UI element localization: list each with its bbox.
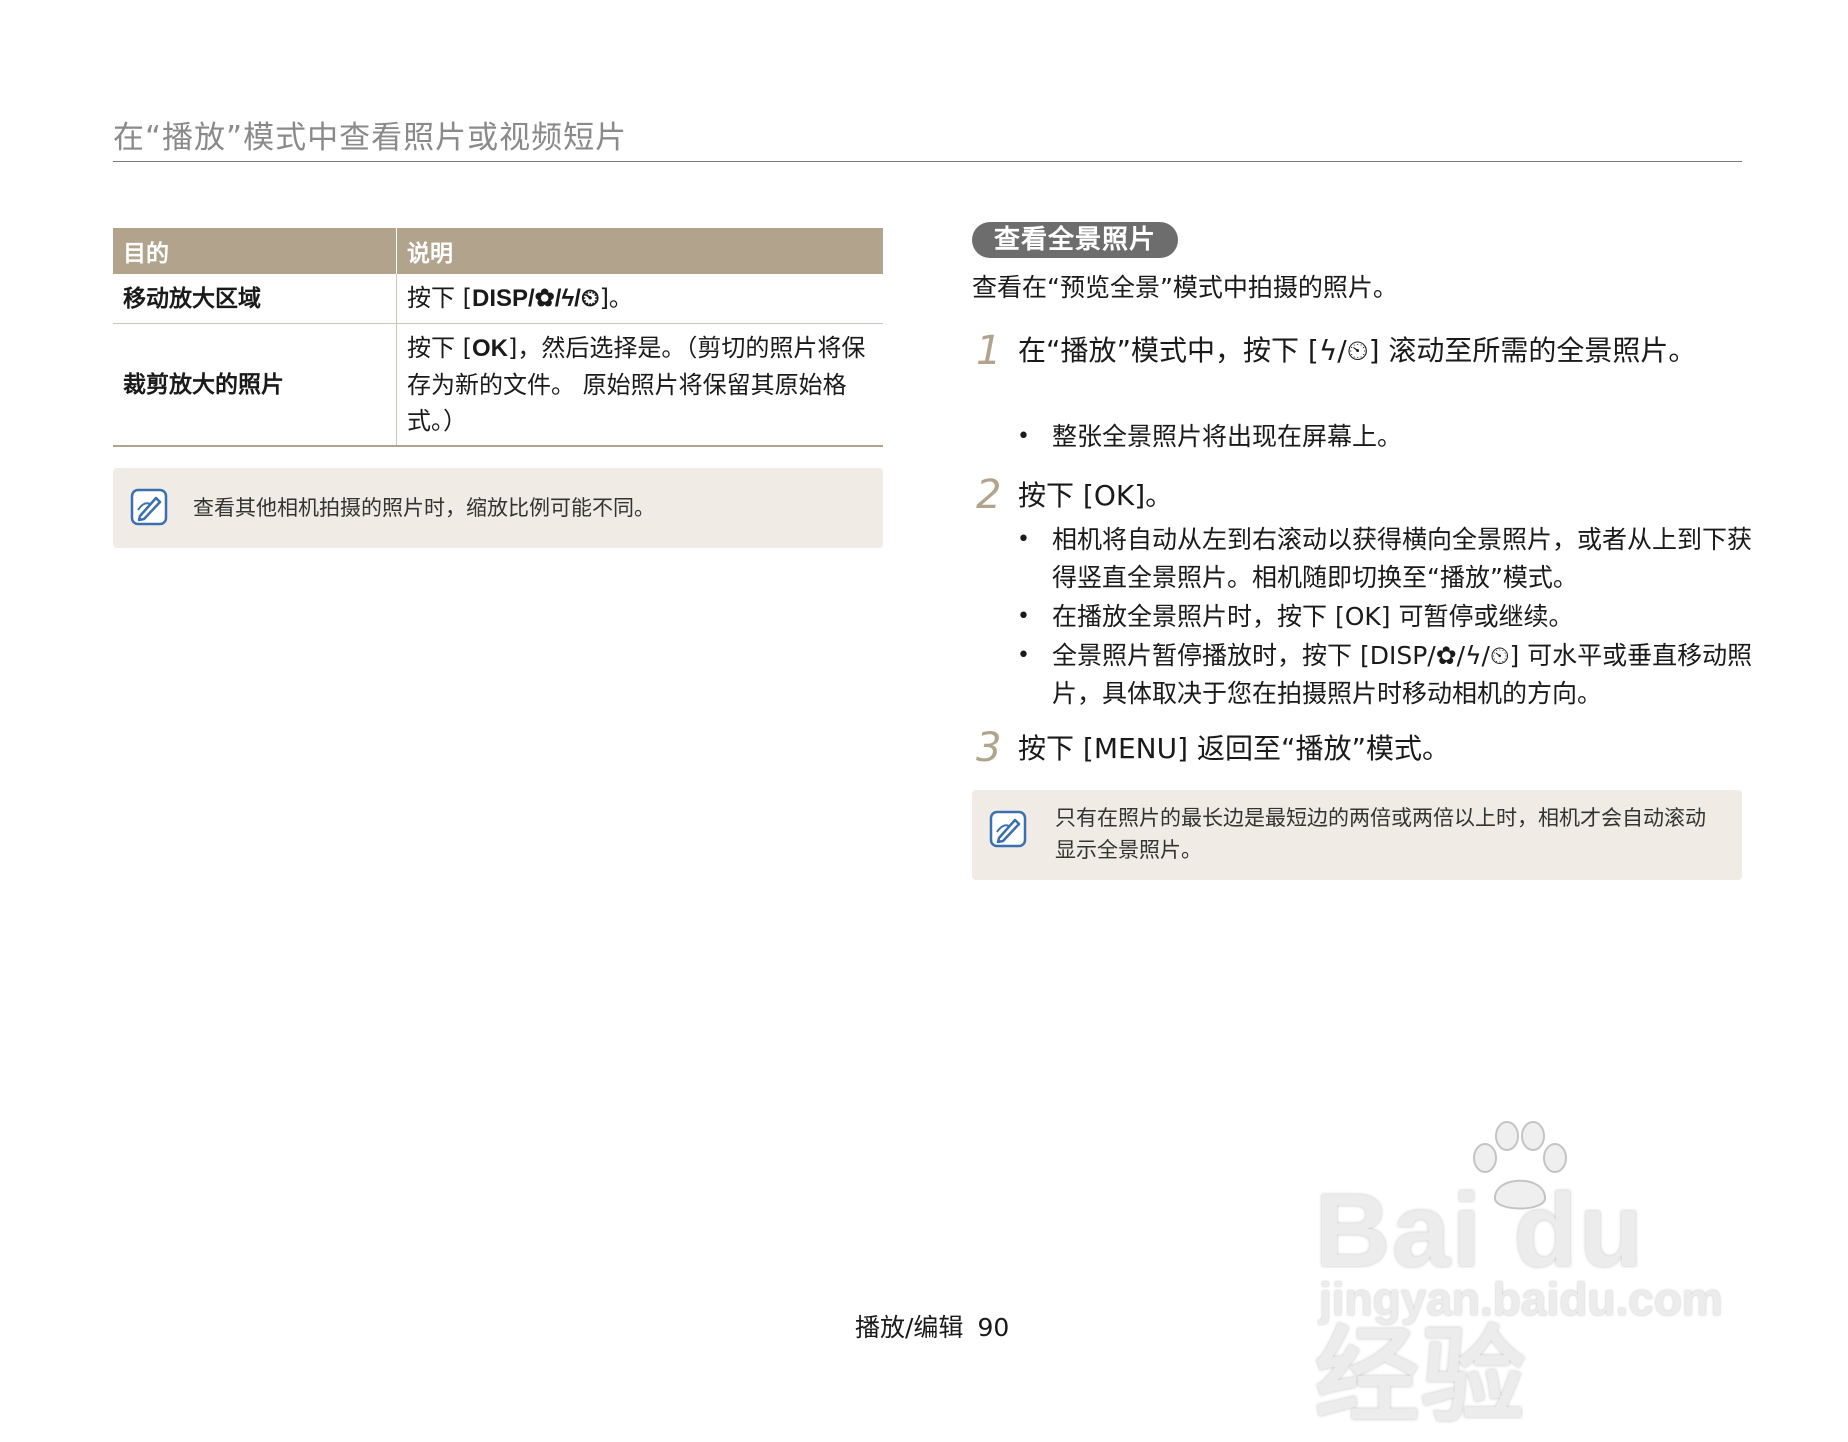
row-description: 按下 [DISP/✿/ϟ/⏲]。 [396,274,883,324]
step-number: 3 [976,725,1002,771]
row-purpose: 裁剪放大的照片 [113,323,397,447]
note-pencil-icon [130,488,168,526]
step-text: 按下 [MENU] 返回至“播放”模式。 [1018,732,1450,765]
desc-text: ]。 [599,284,633,312]
note-text: 只有在照片的最长边是最短边的两倍或两倍以上时，相机才会自动滚动显示全景照片。 [1055,806,1706,862]
desc-text: 按下 [ [407,334,472,362]
page-title: 在“播放”模式中查看照片或视频短片 [113,120,628,156]
note-pencil-icon [989,810,1027,848]
bullet-dot: • [1017,527,1030,552]
bullet-dot: • [1017,424,1030,449]
table-row: 移动放大区域 按下 [DISP/✿/ϟ/⏲]。 [113,274,883,324]
step-number: 2 [976,472,1002,518]
note-box-right: 只有在照片的最长边是最短边的两倍或两倍以上时，相机才会自动滚动显示全景照片。 [972,790,1742,880]
desc-text: 按下 [ [407,284,472,312]
note-text: 查看其他相机拍摄的照片时，缩放比例可能不同。 [193,496,655,520]
page-header: 在“播放”模式中查看照片或视频短片 [113,112,1742,162]
column-header-description: 说明 [396,228,883,274]
column-header-purpose: 目的 [113,228,397,274]
bullet-text: 整张全景照片将出现在屏幕上。 [1052,422,1403,451]
bullet-text: 全景照片暂停播放时，按下 [DISP/✿/ϟ/⏲] 可水平或垂直移动照片，具体取… [1052,641,1753,708]
page-number: 90 [977,1313,1010,1342]
page-footer: 播放/编辑 90 [855,1308,1009,1344]
watermark-logo: Bai du 经验 jingyan.baidu.com [1315,1120,1755,1435]
bullet-text: 相机将自动从左到右滚动以获得横向全景照片，或者从上到下获得竖直全景照片。相机随即… [1052,525,1753,592]
table-header-row: 目的 说明 [113,228,883,274]
key-label: OK [472,335,508,362]
bullet-text: 在播放全景照片时，按下 [OK] 可暂停或继续。 [1052,602,1574,631]
table-row: 裁剪放大的照片 按下 [OK]，然后选择是。（剪切的照片将保存为新的文件。 原始… [113,323,883,447]
footer-section: 播放/编辑 [855,1313,964,1342]
section-title: 查看全景照片 [972,222,1179,258]
section-intro: 查看在“预览全景”模式中拍摄的照片。 [972,273,1398,302]
step-text: 在“播放”模式中，按下 [ϟ/⏲] 滚动至所需的全景照片。 [1018,334,1697,367]
row-description: 按下 [OK]，然后选择是。（剪切的照片将保存为新的文件。 原始照片将保留其原始… [396,323,883,447]
step-number: 1 [976,328,1002,374]
bullet-dot: • [1017,643,1030,668]
step-text: 按下 [OK]。 [1018,479,1174,512]
function-table: 目的 说明 移动放大区域 按下 [DISP/✿/ϟ/⏲]。 裁剪放大的照片 按下… [113,228,883,447]
key-label: DISP/✿/ϟ/⏲ [472,285,600,312]
bullet-dot: • [1017,604,1030,629]
watermark-url: jingyan.baidu.com [1319,1273,1723,1325]
note-box-left: 查看其他相机拍摄的照片时，缩放比例可能不同。 [113,468,883,548]
row-purpose: 移动放大区域 [113,274,397,324]
